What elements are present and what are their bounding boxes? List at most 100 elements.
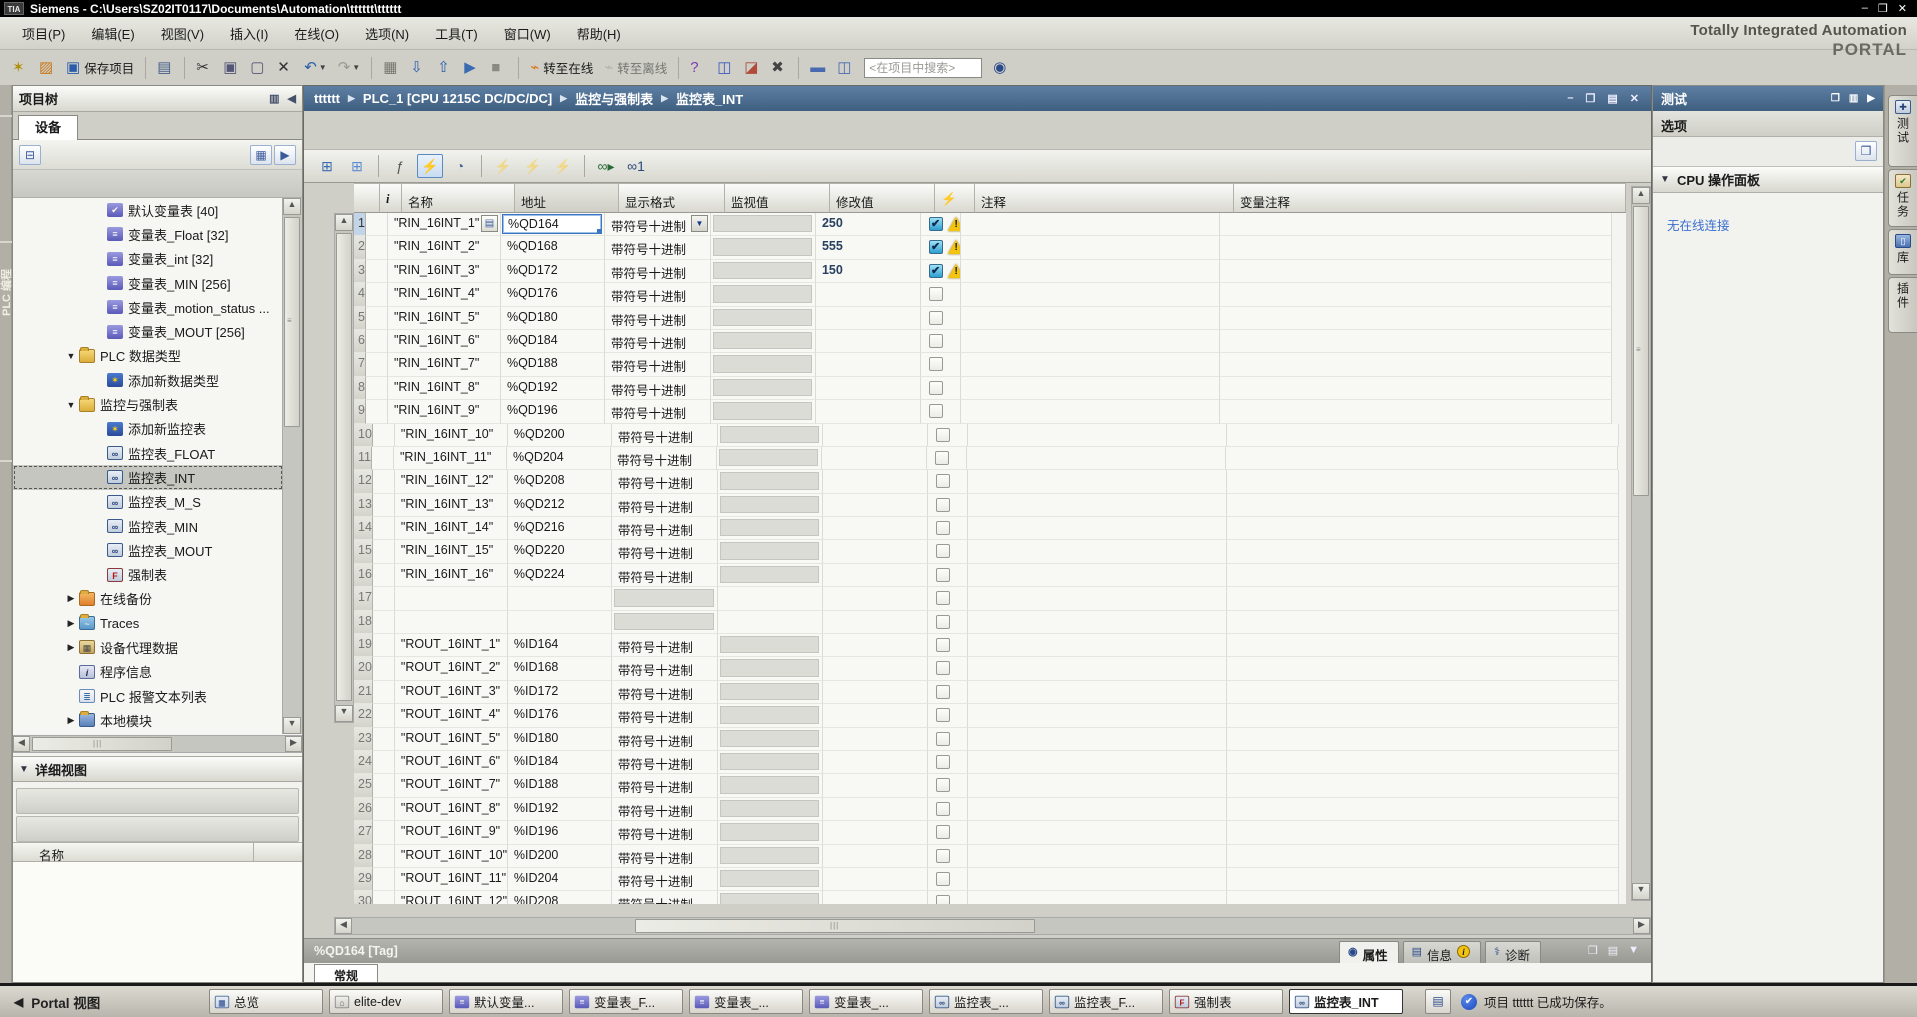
table-row[interactable]: 9"RIN_16INT_9"%QD196带符号十进制: [354, 400, 1626, 423]
tree-item-变量表_Float [32][interactable]: ≡变量表_Float [32]: [13, 222, 283, 246]
comment-cell[interactable]: [968, 470, 1227, 493]
address-cell[interactable]: %QD168: [501, 236, 605, 259]
tag-comment-cell[interactable]: [1220, 353, 1612, 376]
start-simulation-icon[interactable]: ◫: [713, 56, 737, 80]
tag-name-cell[interactable]: "ROUT_16INT_3": [395, 681, 508, 704]
taskbar-button-监控表_...[interactable]: ∞监控表_...: [929, 989, 1043, 1014]
minimize-icon[interactable]: –: [1862, 2, 1868, 15]
table-row[interactable]: 17: [354, 587, 1626, 610]
modify-value-cell[interactable]: [823, 845, 928, 868]
table-row[interactable]: 4"RIN_16INT_4"%QD176带符号十进制: [354, 283, 1626, 306]
comment-cell[interactable]: [968, 891, 1227, 904]
table-row[interactable]: 2"RIN_16INT_2"%QD168带符号十进制555: [354, 236, 1626, 259]
taskbar-button-监控表_F...[interactable]: ∞监控表_F...: [1049, 989, 1163, 1014]
table-row[interactable]: 22"ROUT_16INT_4"%ID176带符号十进制: [354, 704, 1626, 727]
tree-item-本地模块[interactable]: ▶本地模块: [13, 708, 283, 732]
modify-enable-checkbox[interactable]: [936, 661, 950, 675]
table-vertical-scrollbar[interactable]: ▲ ≡ ▼: [1631, 186, 1651, 901]
modify-value-cell[interactable]: [823, 681, 928, 704]
modify-value-cell[interactable]: [823, 494, 928, 517]
modify-value-cell[interactable]: [823, 540, 928, 563]
menu-选项[interactable]: 选项(N): [353, 20, 421, 47]
tag-name-cell[interactable]: [395, 611, 508, 634]
address-cell[interactable]: %QD200: [508, 424, 612, 447]
address-cell[interactable]: %QD180: [501, 307, 605, 330]
tree-item-监控与强制表[interactable]: ▼监控与强制表: [13, 392, 283, 416]
show-monitor-column-icon[interactable]: ∞▸: [593, 154, 619, 178]
details-view-icon[interactable]: ▦: [250, 145, 272, 165]
modify-value-cell[interactable]: [822, 447, 927, 470]
tag-comment-cell[interactable]: [1227, 634, 1619, 657]
split-vertical-icon[interactable]: ◫: [833, 56, 857, 80]
address-cell[interactable]: %QD176: [501, 283, 605, 306]
tree-filter-icon[interactable]: ⊟: [19, 145, 41, 165]
address-cell[interactable]: %QD208: [508, 470, 612, 493]
modify-value-cell[interactable]: [823, 470, 928, 493]
tag-name-cell[interactable]: "RIN_16INT_3": [388, 260, 501, 283]
cut-icon[interactable]: ✂: [192, 56, 216, 80]
comment-cell[interactable]: [968, 587, 1227, 610]
modify-value-cell[interactable]: 250: [816, 213, 921, 236]
tab-devices[interactable]: 设备: [18, 115, 78, 140]
tag-name-cell[interactable]: "RIN_16INT_12": [395, 470, 508, 493]
tag-comment-cell[interactable]: [1227, 494, 1619, 517]
display-format-cell[interactable]: 带符号十进制: [612, 845, 718, 868]
comment-cell[interactable]: [968, 540, 1227, 563]
tag-comment-cell[interactable]: [1227, 751, 1619, 774]
tree-item-监控表_M_S[interactable]: ∞监控表_M_S: [13, 490, 283, 514]
taskbar-button-强制表[interactable]: F强制表: [1169, 989, 1283, 1014]
tag-comment-cell[interactable]: [1220, 283, 1612, 306]
new-project-icon[interactable]: ✶: [8, 56, 32, 80]
tag-comment-cell[interactable]: [1227, 821, 1619, 844]
display-format-cell[interactable]: 带符号十进制: [612, 774, 718, 797]
address-cell[interactable]: [508, 611, 612, 634]
tree-item-默认变量表 [40][interactable]: ✔默认变量表 [40]: [13, 198, 283, 222]
stop-simulation-icon[interactable]: ◪: [740, 56, 764, 80]
tag-comment-cell[interactable]: [1227, 540, 1619, 563]
comment-cell[interactable]: [961, 260, 1220, 283]
display-format-cell[interactable]: 带符号十进制: [605, 400, 711, 423]
breadcrumb-item-0[interactable]: tttttt: [314, 91, 340, 106]
comment-cell[interactable]: [961, 307, 1220, 330]
tag-comment-cell[interactable]: [1220, 260, 1612, 283]
table-row[interactable]: 18: [354, 611, 1626, 634]
column-header-force[interactable]: ⚡: [935, 183, 975, 213]
tree-item-变量表_motion_status ...[interactable]: ≡变量表_motion_status ...: [13, 295, 283, 319]
chevron-down-icon[interactable]: ▼: [13, 764, 35, 775]
download-icon[interactable]: ⇩: [406, 56, 430, 80]
breadcrumb-item-2[interactable]: 监控与强制表: [575, 89, 653, 108]
column-header-mod[interactable]: 修改值: [830, 183, 935, 213]
tree-item-设备代理数据[interactable]: ▶▦设备代理数据: [13, 635, 283, 659]
address-cell[interactable]: %QD192: [501, 377, 605, 400]
display-format-cell[interactable]: 带符号十进制: [612, 494, 718, 517]
tag-name-cell[interactable]: "RIN_16INT_1"▤: [388, 213, 501, 236]
menu-帮助[interactable]: 帮助(H): [565, 20, 633, 47]
display-format-cell[interactable]: 带符号十进制: [612, 751, 718, 774]
inspector-tab-诊断[interactable]: ⚕诊断: [1485, 941, 1541, 964]
comment-cell[interactable]: [968, 821, 1227, 844]
column-header-fmt[interactable]: 显示格式: [619, 183, 725, 213]
edit-handle[interactable]: [597, 229, 602, 234]
tag-comment-cell[interactable]: [1220, 307, 1612, 330]
address-cell[interactable]: %ID168: [508, 657, 612, 680]
column-header-cmt[interactable]: 注释: [975, 183, 1234, 213]
expander-closed-icon[interactable]: ▶: [63, 593, 79, 604]
address-cell[interactable]: %QD164: [501, 213, 605, 236]
display-format-cell[interactable]: 带符号十进制: [612, 704, 718, 727]
tag-comment-cell[interactable]: [1227, 868, 1619, 891]
display-format-cell[interactable]: 带符号十进制: [612, 868, 718, 891]
monitor-once-icon[interactable]: ◔: [447, 154, 473, 178]
tag-comment-cell[interactable]: [1227, 774, 1619, 797]
address-cell[interactable]: %ID176: [508, 704, 612, 727]
modify-enable-checkbox[interactable]: [936, 872, 950, 886]
modify-value-cell[interactable]: [816, 400, 921, 423]
address-cell[interactable]: %ID172: [508, 681, 612, 704]
modify-value-cell[interactable]: [823, 587, 928, 610]
tag-comment-cell[interactable]: [1227, 517, 1619, 540]
modify-once-icon[interactable]: ⚡: [490, 154, 516, 178]
modify-enable-checkbox[interactable]: [929, 287, 943, 301]
modify-value-cell[interactable]: 150: [816, 260, 921, 283]
menu-编辑[interactable]: 编辑(E): [79, 20, 146, 47]
tag-name-cell[interactable]: "RIN_16INT_7": [388, 353, 501, 376]
tag-comment-cell[interactable]: [1227, 845, 1619, 868]
